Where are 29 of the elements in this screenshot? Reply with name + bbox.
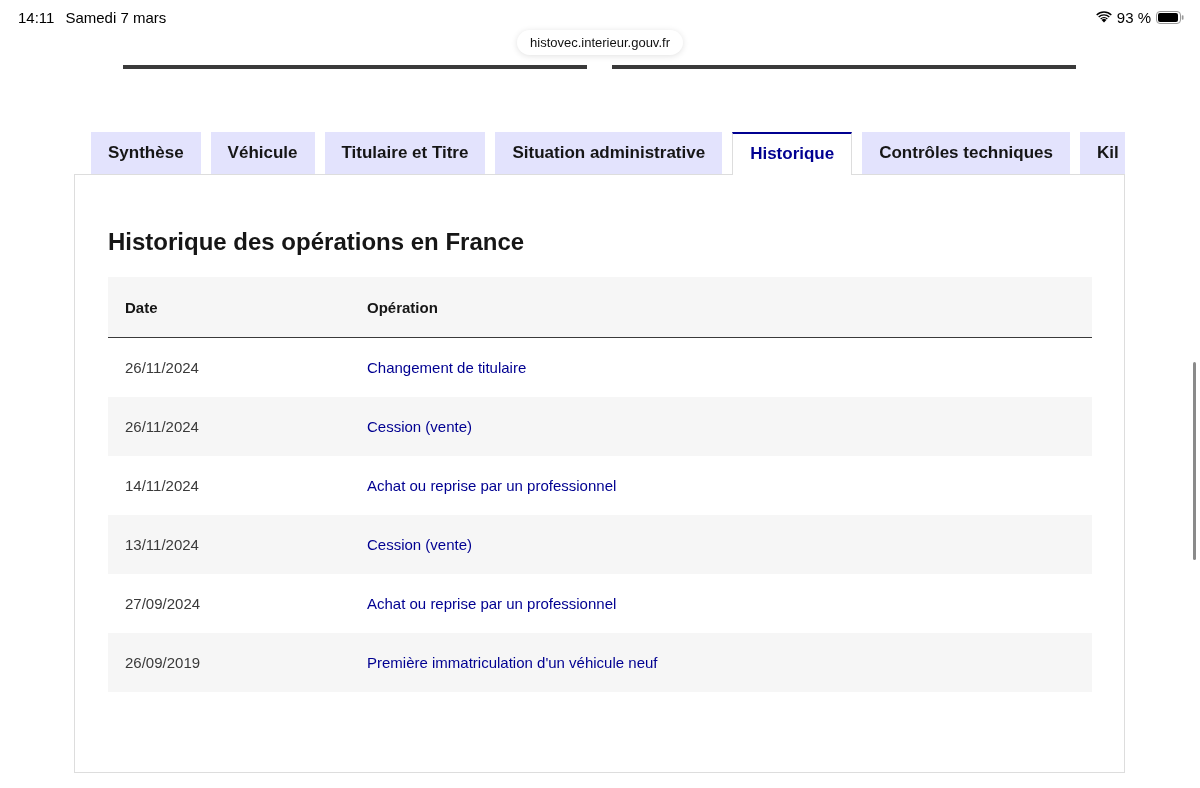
wifi-icon [1095,11,1112,23]
tab[interactable]: Historique [732,132,853,175]
operation-link[interactable]: Première immatriculation d'un véhicule neuf [367,654,658,671]
battery-icon [1156,10,1184,24]
date-text: 14/11/2024 [125,477,199,494]
battery-percentage: 93 % [1116,8,1151,26]
tab[interactable]: Titulaire et Titre [324,132,486,174]
address-bar[interactable]: histovec.interieur.gouv.fr [517,30,683,55]
column-header: Opération [367,298,438,316]
operation-link[interactable]: Achat ou reprise par un professionnel [367,477,617,494]
tab[interactable]: Véhicule [210,132,315,174]
operation-link[interactable]: Changement de titulaire [367,359,527,376]
tab[interactable]: Kil [1080,132,1125,174]
date-text: 13/11/2024 [125,536,199,553]
date-text: 27/09/2024 [125,595,201,612]
operation-link[interactable]: Achat ou reprise par un professionnel [367,595,617,612]
operation-link[interactable]: Cession (vente) [367,536,473,553]
operation-link[interactable]: Cession (vente) [367,418,473,435]
scrollbar[interactable] [1193,362,1196,560]
tab[interactable]: Synthèse [91,132,201,174]
tab[interactable]: Situation administrative [495,132,723,174]
column-header: Date [125,298,158,316]
clock-time: 14:11 [18,8,55,26]
tab[interactable]: Contrôles techniques [862,132,1070,174]
section-title: Historique des opérations en France [108,227,526,257]
date-text: 26/11/2024 [125,418,199,435]
date-text: 26/11/2024 [125,359,199,376]
status-date: Samedi 7 mars [65,8,167,26]
date-text: 26/09/2019 [125,654,201,671]
